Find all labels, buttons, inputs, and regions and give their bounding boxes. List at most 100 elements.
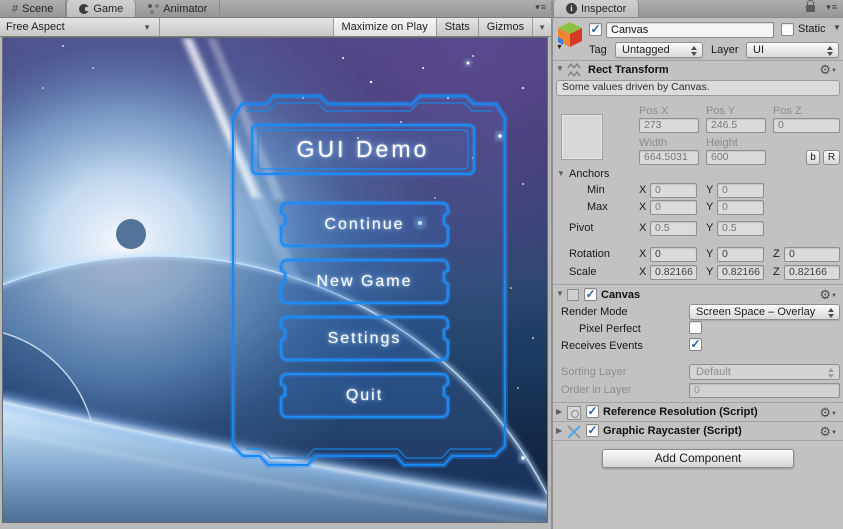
tab-animator[interactable]: Animator [136,0,220,17]
static-caret-icon[interactable]: ▼ [833,23,843,32]
order-in-layer-field: 0 [689,383,840,398]
game-view-icon [79,4,89,14]
gizmos-caret-button[interactable]: ▼ [532,18,551,36]
reference-resolution-foldout-icon[interactable]: ▶ [556,404,562,420]
layer-dropdown[interactable]: UI [746,42,839,58]
static-checkbox[interactable] [781,23,794,36]
rect-transform-icon [567,63,581,77]
width-field[interactable]: 664.5031 [639,150,699,165]
tab-scene[interactable]: # Scene [0,0,66,17]
anchor-max-x-field[interactable]: 0 [650,200,697,215]
add-component-button[interactable]: Add Component [602,449,794,468]
tab-options-menu-icon[interactable]: ▾≡ [535,2,547,13]
pos-z-field[interactable]: 0 [773,118,840,133]
anchor-preview-box[interactable] [561,114,603,160]
raw-edit-mode-button[interactable]: R [823,150,840,165]
anchor-max-y-field[interactable]: 0 [717,200,764,215]
pos-y-field[interactable]: 246.5 [706,118,766,133]
gameobject-name-field[interactable]: Canvas [606,22,774,38]
height-field[interactable]: 600 [706,150,766,165]
graphic-raycaster-header[interactable]: ▶ ✓ Graphic Raycaster (Script) ⚙▼ [553,423,843,440]
receives-events-label: Receives Events [561,339,843,354]
inspector-menu-icon[interactable]: ▾≡ [826,2,838,13]
scale-z-field[interactable]: 0.82166 [784,265,840,280]
canvas-enabled-checkbox[interactable]: ✓ [584,288,597,301]
rect-transform-gear-icon[interactable]: ⚙▼ [819,62,837,79]
render-mode-value: Screen Space – Overlay [696,306,815,318]
aspect-dropdown-label: Free Aspect [6,21,65,33]
rotation-x-field[interactable]: 0 [650,247,697,262]
scale-x-field[interactable]: 0.82166 [650,265,697,280]
canvas-component-icon [567,289,579,301]
continue-button[interactable]: Continue [281,203,448,246]
receives-events-checkbox[interactable]: ✓ [689,338,702,351]
tab-inspector-label: Inspector [581,3,626,15]
inspector-body: ▼ ✓ Canvas Static ▼ Tag Untagged Layer U… [553,18,843,529]
gizmos-caret-icon: ▼ [538,23,546,32]
settings-button[interactable]: Settings [281,317,448,360]
graphic-raycaster-gear-icon[interactable]: ⚙▼ [819,424,837,441]
canvas-component-header[interactable]: ▼ ✓ Canvas ⚙▼ [553,286,843,304]
scene-grid-icon: # [12,3,18,15]
quit-button[interactable]: Quit [281,374,448,417]
gizmos-button[interactable]: Gizmos [478,18,532,36]
graphic-raycaster-checkbox[interactable]: ✓ [586,424,599,437]
game-panel: # Scene Game Animator ▾≡ Free Aspect ▼ M… [0,0,551,529]
canvas-foldout-icon[interactable]: ▼ [556,286,564,302]
gizmos-label: Gizmos [487,21,524,33]
anchor-min-x-field[interactable]: 0 [650,183,697,198]
rotation-z-field[interactable]: 0 [784,247,840,262]
game-toolbar: Free Aspect ▼ Maximize on Play Stats Giz… [0,18,551,37]
new-game-button[interactable]: New Game [281,260,448,303]
layer-updown-icon [827,46,834,56]
canvas-component-title: Canvas [601,287,843,304]
inspector-panel: i Inspector ▾≡ ▼ ✓ Canvas Static ▼ Tag [551,0,843,529]
scale-y-field[interactable]: 0.82166 [717,265,764,280]
sorting-layer-value: Default [696,366,731,378]
inspector-tab-bar: i Inspector ▾≡ [553,0,843,18]
cube-caret-icon[interactable]: ▼ [556,44,563,51]
toolbar-spacer [160,18,333,36]
render-mode-dropdown[interactable]: Screen Space – Overlay [689,304,840,320]
pivot-y-field[interactable]: 0.5 [717,221,764,236]
anchors-label: Anchors [569,167,843,182]
active-checkbox[interactable]: ✓ [589,23,602,36]
tag-dropdown[interactable]: Untagged [615,42,703,58]
stats-button[interactable]: Stats [436,18,478,36]
anchor-min-y-field[interactable]: 0 [717,183,764,198]
space-scene-art [3,38,548,523]
tab-game-label: Game [93,3,123,15]
rect-transform-foldout-icon[interactable]: ▼ [556,61,564,77]
canvas-gear-icon[interactable]: ⚙▼ [819,287,837,304]
reference-resolution-title: Reference Resolution (Script) [603,404,843,421]
checkmark-icon: ✓ [690,339,701,350]
stats-label: Stats [445,21,470,33]
game-viewport: GUI Demo Continue New Game Settings Quit [2,37,548,523]
reference-resolution-header[interactable]: ▶ ✓ Reference Resolution (Script) ⚙▼ [553,404,843,421]
unity-editor-window: # Scene Game Animator ▾≡ Free Aspect ▼ M… [0,0,843,529]
pos-x-field[interactable]: 273 [639,118,699,133]
reference-resolution-checkbox[interactable]: ✓ [586,405,599,418]
tag-updown-icon [691,46,698,56]
checkmark-icon: ✓ [587,406,598,417]
maximize-on-play-button[interactable]: Maximize on Play [333,18,436,36]
rect-transform-title: Rect Transform [588,62,843,79]
driven-values-notice: Some values driven by Canvas. [556,80,840,96]
height-label: Height [706,136,843,151]
aspect-dropdown[interactable]: Free Aspect ▼ [0,18,160,36]
lock-icon[interactable] [806,5,815,12]
blueprint-mode-button[interactable]: b [806,150,820,165]
menu-title: GUI Demo [252,125,474,174]
anchors-foldout-icon[interactable]: ▼ [557,166,565,182]
animator-icon [148,4,159,14]
info-icon: i [566,3,577,14]
tab-inspector[interactable]: i Inspector [553,0,639,17]
graphic-raycaster-foldout-icon[interactable]: ▶ [556,423,562,439]
pivot-x-field[interactable]: 0.5 [650,221,697,236]
pixel-perfect-checkbox[interactable] [689,321,702,334]
reference-resolution-gear-icon[interactable]: ⚙▼ [819,405,837,422]
graphic-raycaster-title: Graphic Raycaster (Script) [603,423,843,440]
rotation-y-field[interactable]: 0 [717,247,764,262]
tab-game[interactable]: Game [66,0,136,17]
rect-transform-header[interactable]: ▼ Rect Transform ⚙▼ [553,61,843,79]
